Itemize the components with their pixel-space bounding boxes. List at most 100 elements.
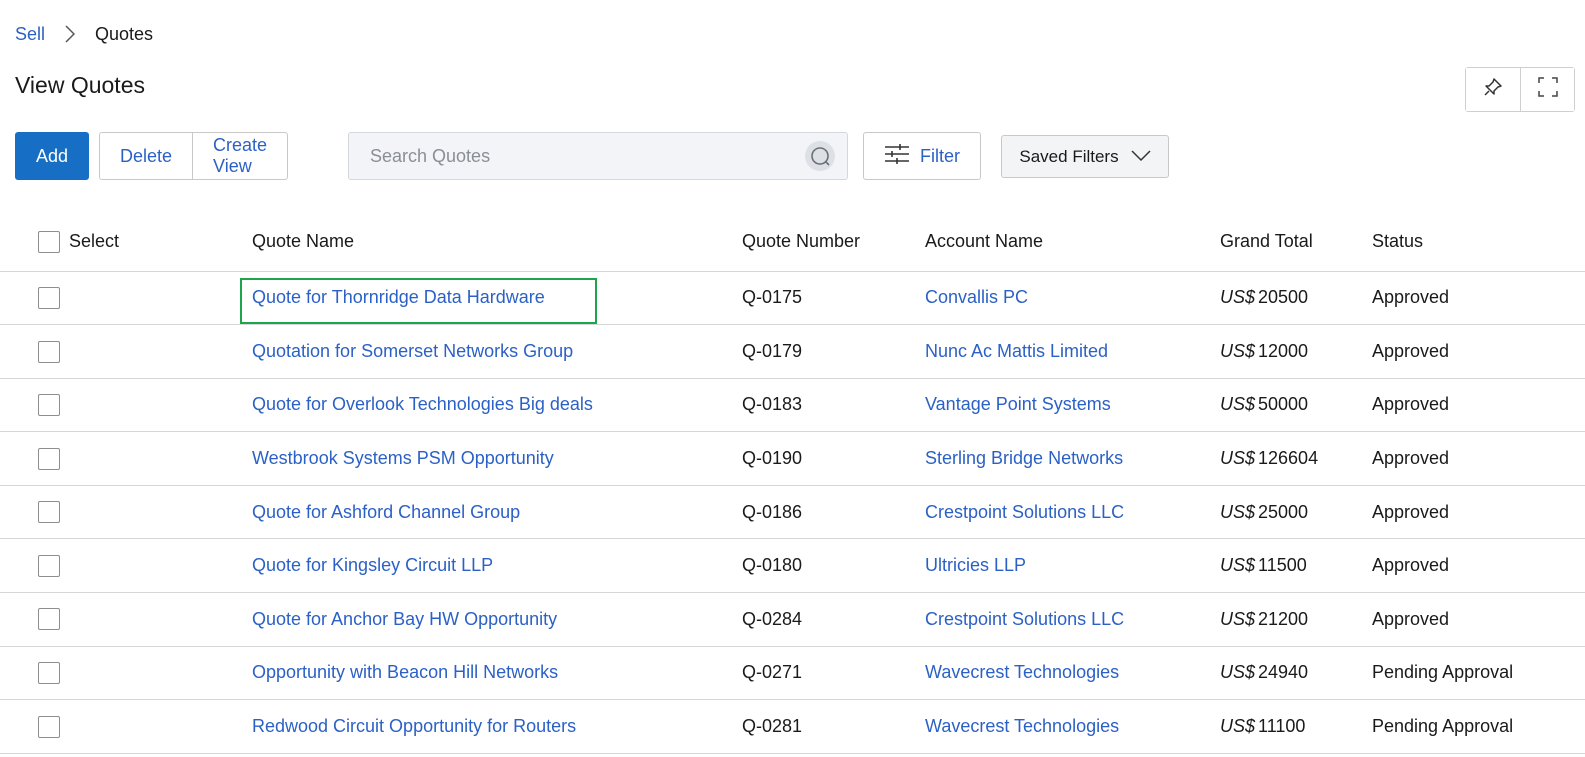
account-name-link[interactable]: Wavecrest Technologies xyxy=(925,662,1119,682)
currency-symbol: US$ xyxy=(1220,501,1256,522)
quote-name-link[interactable]: Quote for Kingsley Circuit LLP xyxy=(252,555,493,575)
row-checkbox[interactable] xyxy=(38,715,60,738)
account-name-link[interactable]: Wavecrest Technologies xyxy=(925,716,1119,736)
grand-total-header[interactable]: Grand Total xyxy=(1220,213,1372,272)
table-row: Opportunity with Beacon Hill Networks Q-0… xyxy=(0,646,1585,701)
currency-symbol: US$ xyxy=(1220,394,1256,415)
row-checkbox[interactable] xyxy=(38,394,60,417)
expand-icon xyxy=(1537,76,1559,103)
row-checkbox[interactable] xyxy=(38,447,60,470)
status-text: Approved xyxy=(1372,538,1585,594)
table-row: Quote for Thornridge Data Hardware Q-0175… xyxy=(0,271,1585,326)
quote-number: Q-0186 xyxy=(742,485,925,540)
quote-name-link[interactable]: Quote for Ashford Channel Group xyxy=(252,502,520,522)
expand-button[interactable] xyxy=(1520,68,1574,111)
account-name-link[interactable]: Nunc Ac Mattis Limited xyxy=(925,341,1108,361)
quote-number: Q-0281 xyxy=(742,699,925,754)
quote-number: Q-0284 xyxy=(742,592,925,647)
table-row: Quote for Kingsley Circuit LLP Q-0180 Ultr… xyxy=(0,538,1585,594)
quote-number: Q-0183 xyxy=(742,378,925,433)
status-text: Approved xyxy=(1372,431,1585,486)
table-row: Quotation for Somerset Networks Group Q-0… xyxy=(0,324,1585,379)
chevron-down-icon xyxy=(1131,147,1151,167)
grand-total-value: 126604 xyxy=(1258,448,1319,469)
account-name-link[interactable]: Convallis PC xyxy=(925,287,1028,307)
search-icon[interactable] xyxy=(805,141,835,171)
currency-symbol: US$ xyxy=(1220,608,1256,629)
quote-name-link[interactable]: Quote for Thornridge Data Hardware xyxy=(252,287,545,307)
currency-symbol: US$ xyxy=(1220,448,1256,469)
status-text: Pending Approval xyxy=(1372,699,1585,754)
grand-total-value: 11500 xyxy=(1258,555,1307,576)
search-input[interactable] xyxy=(349,145,805,167)
status-text: Approved xyxy=(1372,324,1585,379)
account-name-link[interactable]: Crestpoint Solutions LLC xyxy=(925,502,1124,522)
pin-icon xyxy=(1482,76,1504,103)
select-header: Select xyxy=(69,231,120,252)
quote-name-header[interactable]: Quote Name xyxy=(252,213,742,272)
currency-symbol: US$ xyxy=(1220,662,1256,683)
delete-button[interactable]: Delete xyxy=(100,133,192,179)
quote-name-link[interactable]: Opportunity with Beacon Hill Networks xyxy=(252,662,558,682)
status-text: Approved xyxy=(1372,485,1585,540)
row-checkbox[interactable] xyxy=(38,554,60,577)
row-checkbox[interactable] xyxy=(38,286,60,309)
status-header[interactable]: Status xyxy=(1372,213,1585,272)
table-row: Quote for Anchor Bay HW Opportunity Q-028… xyxy=(0,592,1585,647)
breadcrumb-current: Quotes xyxy=(95,23,154,44)
select-all-checkbox[interactable] xyxy=(38,230,60,253)
quote-number: Q-0271 xyxy=(742,646,925,701)
quote-name-link[interactable]: Redwood Circuit Opportunity for Routers xyxy=(252,716,576,736)
breadcrumb: Sell Quotes xyxy=(15,22,153,46)
grand-total-value: 11100 xyxy=(1258,716,1306,737)
account-name-link[interactable]: Sterling Bridge Networks xyxy=(925,448,1123,468)
row-checkbox[interactable] xyxy=(38,340,60,363)
saved-filters-label: Saved Filters xyxy=(1019,146,1119,166)
row-checkbox[interactable] xyxy=(38,662,60,685)
chevron-right-icon xyxy=(65,25,76,43)
pin-button[interactable] xyxy=(1466,68,1520,111)
quote-number: Q-0180 xyxy=(742,538,925,594)
grand-total-value: 21200 xyxy=(1258,608,1309,629)
account-name-link[interactable]: Crestpoint Solutions LLC xyxy=(925,609,1124,629)
status-text: Approved xyxy=(1372,592,1585,647)
filter-button[interactable]: Filter xyxy=(863,132,981,180)
action-button-group: Delete Create View xyxy=(99,132,289,180)
quote-name-link[interactable]: Quote for Anchor Bay HW Opportunity xyxy=(252,609,557,629)
status-text: Pending Approval xyxy=(1372,646,1585,701)
grand-total-value: 12000 xyxy=(1258,340,1309,361)
filter-label: Filter xyxy=(920,145,960,166)
quote-name-link[interactable]: Quote for Overlook Technologies Big deal… xyxy=(252,394,593,414)
status-text: Approved xyxy=(1372,378,1585,433)
page-title: View Quotes xyxy=(15,72,145,98)
table-row: Redwood Circuit Opportunity for Routers Q… xyxy=(0,699,1585,754)
table-row: Westbrook Systems PSM Opportunity Q-0190 S… xyxy=(0,431,1585,486)
table-row: Quote for Ashford Channel Group Q-0186 Cre… xyxy=(0,485,1585,540)
account-name-link[interactable]: Vantage Point Systems xyxy=(925,394,1111,414)
currency-symbol: US$ xyxy=(1220,287,1256,308)
add-button[interactable]: Add xyxy=(15,132,89,180)
row-checkbox[interactable] xyxy=(38,608,60,631)
grand-total-value: 50000 xyxy=(1258,394,1309,415)
quotes-table: Select Quote Name Quote Number Account N… xyxy=(0,213,1585,754)
quote-number: Q-0190 xyxy=(742,431,925,486)
quote-number: Q-0175 xyxy=(742,271,925,326)
account-name-link[interactable]: Ultricies LLP xyxy=(925,555,1026,575)
grand-total-value: 25000 xyxy=(1258,501,1309,522)
table-row: Quote for Overlook Technologies Big deal… xyxy=(0,378,1585,433)
view-actions xyxy=(1465,67,1575,112)
quote-number: Q-0179 xyxy=(742,324,925,379)
account-name-header[interactable]: Account Name xyxy=(925,213,1220,272)
grand-total-value: 20500 xyxy=(1258,287,1309,308)
quote-name-link[interactable]: Westbrook Systems PSM Opportunity xyxy=(252,448,554,468)
currency-symbol: US$ xyxy=(1220,340,1256,361)
table-header-row: Select Quote Name Quote Number Account N… xyxy=(0,213,1585,272)
currency-symbol: US$ xyxy=(1220,555,1256,576)
saved-filters-dropdown[interactable]: Saved Filters xyxy=(1001,135,1169,178)
quote-name-link[interactable]: Quotation for Somerset Networks Group xyxy=(252,341,573,361)
breadcrumb-sell-link[interactable]: Sell xyxy=(15,24,45,45)
quote-number-header[interactable]: Quote Number xyxy=(742,213,925,272)
currency-symbol: US$ xyxy=(1220,716,1256,737)
create-view-button[interactable]: Create View xyxy=(192,133,287,179)
row-checkbox[interactable] xyxy=(38,501,60,524)
